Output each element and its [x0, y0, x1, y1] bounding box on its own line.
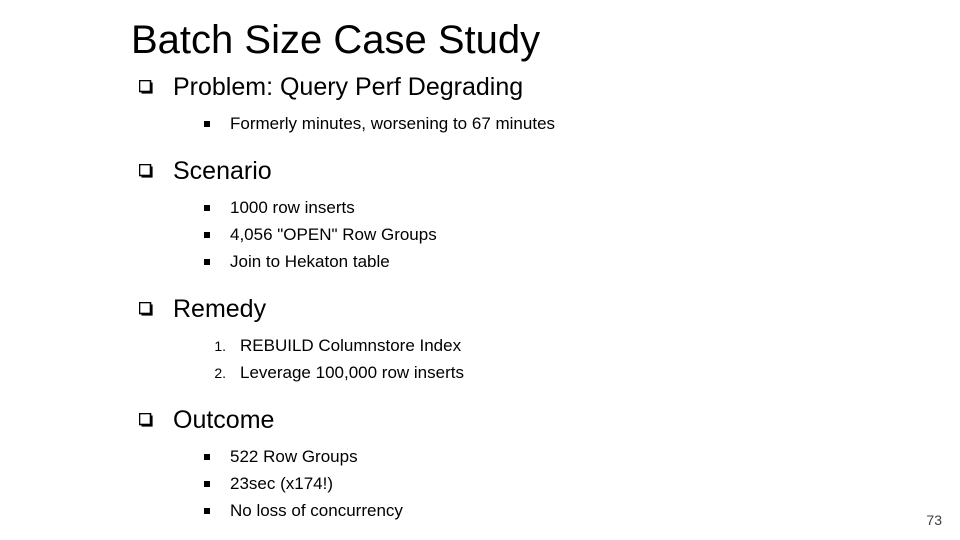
outline-heading-label: Scenario [173, 157, 272, 185]
outline-item[interactable]: 2. Leverage 100,000 row inserts [0, 359, 960, 386]
small-filled-square-bullet-icon [204, 194, 214, 221]
outline-section-outcome: Outcome 522 Row Groups 23sec (x174!) No … [0, 403, 960, 524]
outline-section-remedy: Remedy 1. REBUILD Columnstore Index 2. L… [0, 292, 960, 386]
hollow-square-bullet-icon [139, 403, 157, 437]
outline-heading-label: Problem: Query Perf Degrading [173, 73, 524, 101]
outline-heading-label: Remedy [173, 295, 267, 323]
hollow-square-bullet-icon [139, 154, 157, 188]
outline-item[interactable]: 1. REBUILD Columnstore Index [0, 332, 960, 359]
small-filled-square-bullet-icon [204, 497, 214, 524]
small-filled-square-bullet-icon [204, 470, 214, 497]
outline-item-label: Leverage 100,000 row inserts [240, 363, 464, 382]
outline-section-scenario: Scenario 1000 row inserts 4,056 "OPEN" R… [0, 154, 960, 275]
outline-item[interactable]: No loss of concurrency [0, 497, 960, 524]
outline-item[interactable]: 23sec (x174!) [0, 470, 960, 497]
small-filled-square-bullet-icon [204, 443, 214, 470]
outline-item[interactable]: 1000 row inserts [0, 194, 960, 221]
outline-section-problem: Problem: Query Perf Degrading Formerly m… [0, 70, 960, 137]
slide-title: Batch Size Case Study [131, 18, 541, 62]
page-number: 73 [926, 512, 942, 528]
outline-heading-outcome[interactable]: Outcome [0, 403, 960, 437]
outline-heading-problem[interactable]: Problem: Query Perf Degrading [0, 70, 960, 104]
hollow-square-bullet-icon [139, 292, 157, 326]
outline-heading-remedy[interactable]: Remedy [0, 292, 960, 326]
outline-item-label: No loss of concurrency [230, 501, 403, 520]
outline-item-label: Join to Hekaton table [230, 252, 390, 271]
outline-item-label: 522 Row Groups [230, 447, 358, 466]
outline-item[interactable]: Join to Hekaton table [0, 248, 960, 275]
slide-canvas: Batch Size Case Study Problem: Query Per… [0, 0, 960, 540]
outline-item[interactable]: 522 Row Groups [0, 443, 960, 470]
outline-item-label: 1000 row inserts [230, 198, 355, 217]
outline-item-label: Formerly minutes, worsening to 67 minute… [230, 114, 556, 133]
small-filled-square-bullet-icon [204, 248, 214, 275]
slide-body-outline: Problem: Query Perf Degrading Formerly m… [0, 70, 960, 540]
hollow-square-bullet-icon [139, 70, 157, 104]
list-number: 1. [214, 338, 226, 354]
outline-item-label: 4,056 "OPEN" Row Groups [230, 225, 437, 244]
outline-item-label: REBUILD Columnstore Index [240, 336, 462, 355]
small-filled-square-bullet-icon [204, 221, 214, 248]
outline-heading-scenario[interactable]: Scenario [0, 154, 960, 188]
outline-item[interactable]: Formerly minutes, worsening to 67 minute… [0, 110, 960, 137]
outline-item[interactable]: 4,056 "OPEN" Row Groups [0, 221, 960, 248]
small-filled-square-bullet-icon [204, 110, 214, 137]
outline-heading-label: Outcome [173, 406, 275, 434]
outline-item-label: 23sec (x174!) [230, 474, 333, 493]
list-number: 2. [214, 365, 226, 381]
